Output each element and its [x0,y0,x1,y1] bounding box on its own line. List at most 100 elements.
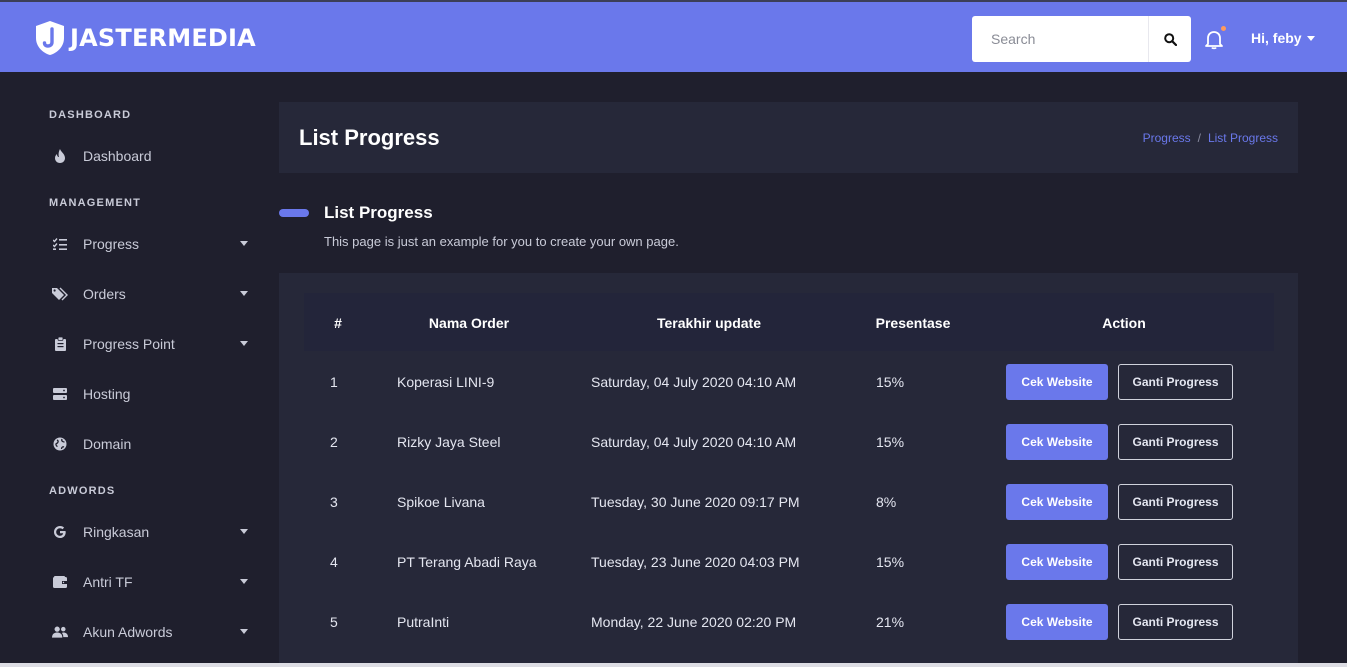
clipboard-icon [52,336,68,352]
row-number: 1 [330,374,338,390]
chevron-down-icon [240,241,248,246]
last-update: Saturday, 04 July 2020 04:10 AM [591,434,797,450]
sidebar-item-label: Akun Adwords [83,624,173,640]
search-box [972,16,1191,62]
cek-website-button[interactable]: Cek Website [1006,484,1108,520]
column-header-action: Action [1102,315,1146,331]
chevron-down-icon [240,291,248,296]
globe-icon [52,436,68,452]
sidebar-item-label: Progress [83,236,140,252]
table-row: 2 Rizky Jaya Steel Saturday, 04 July 202… [279,412,1298,472]
chevron-down-icon [240,579,248,584]
sidebar-item-label: Dashboard [83,148,152,164]
google-icon [52,524,68,540]
tasks-icon [52,236,68,252]
table-row: 4 PT Terang Abadi Raya Tuesday, 23 June … [279,532,1298,592]
brand-logo[interactable]: JASTERMEDIA [34,20,256,56]
users-icon [52,624,68,640]
table-header: # Nama Order Terakhir update Presentase … [304,293,1274,351]
sidebar-item-label: Ringkasan [83,524,150,540]
sidebar-item-domain[interactable]: Domain [40,424,258,464]
fire-icon [52,148,68,164]
sidebar-item-ringkasan[interactable]: Ringkasan [40,512,258,552]
last-update: Monday, 22 June 2020 02:20 PM [591,614,797,630]
table-row: 1 Koperasi LINI-9 Saturday, 04 July 2020… [279,352,1298,412]
cek-website-button[interactable]: Cek Website [1006,544,1108,580]
sidebar-item-label: Hosting [83,386,131,402]
notification-dot [1221,26,1226,31]
breadcrumb-separator: / [1197,131,1201,145]
ganti-progress-button[interactable]: Ganti Progress [1118,544,1233,580]
wallet-icon [52,574,68,590]
search-input[interactable] [972,16,1148,62]
chevron-down-icon [240,341,248,346]
progress-percent: 8% [876,494,897,510]
sidebar-item-hosting[interactable]: Hosting [40,374,258,414]
page-header-card: List Progress Progress / List Progress [279,102,1298,173]
ganti-progress-button[interactable]: Ganti Progress [1118,364,1233,400]
order-name: Rizky Jaya Steel [397,434,501,450]
sidebar-heading-management: MANAGEMENT [49,197,142,209]
last-update: Tuesday, 30 June 2020 09:17 PM [591,494,800,510]
search-button[interactable] [1148,16,1191,62]
sidebar-item-akun-adwords[interactable]: Akun Adwords [40,612,258,652]
cek-website-button[interactable]: Cek Website [1006,424,1108,460]
row-number: 2 [330,434,338,450]
user-menu[interactable]: Hi, feby [1251,30,1315,46]
progress-percent: 21% [876,614,905,630]
section-description: This page is just an example for you to … [324,234,679,249]
section-accent-bar [279,209,309,217]
row-number: 4 [330,554,338,570]
search-icon [1163,32,1177,46]
column-header-nama-order: Nama Order [428,315,510,331]
sidebar-item-orders[interactable]: Orders [40,274,258,314]
sidebar-item-antri-tf[interactable]: Antri TF [40,562,258,602]
ganti-progress-button[interactable]: Ganti Progress [1118,604,1233,640]
order-name: PutraInti [397,614,450,630]
chevron-down-icon [240,629,248,634]
tags-icon [52,286,68,302]
progress-percent: 15% [876,554,905,570]
column-header-number: # [334,315,342,331]
sidebar-item-dashboard[interactable]: Dashboard [40,136,258,176]
notification-button[interactable] [1203,28,1225,50]
chevron-down-icon [240,529,248,534]
sidebar-item-label: Antri TF [83,574,133,590]
progress-percent: 15% [876,434,905,450]
order-name: Spikoe Livana [397,494,485,510]
bell-icon [1205,31,1223,50]
sidebar-item-progress[interactable]: Progress [40,224,258,264]
server-icon [52,386,68,402]
bottom-edge-strip [0,663,1347,667]
user-greeting: Hi, feby [1251,30,1302,46]
ganti-progress-button[interactable]: Ganti Progress [1118,424,1233,460]
table-row: 3 Spikoe Livana Tuesday, 30 June 2020 09… [279,472,1298,532]
sidebar-heading-dashboard: DASHBOARD [49,109,132,121]
progress-percent: 15% [876,374,905,390]
last-update: Tuesday, 23 June 2020 04:03 PM [591,554,800,570]
progress-table: # Nama Order Terakhir update Presentase … [279,273,1298,667]
cek-website-button[interactable]: Cek Website [1006,364,1108,400]
ganti-progress-button[interactable]: Ganti Progress [1118,484,1233,520]
order-name: PT Terang Abadi Raya [397,554,537,570]
last-update: Saturday, 04 July 2020 04:10 AM [591,374,797,390]
row-number: 3 [330,494,338,510]
column-header-terakhir-update: Terakhir update [657,315,761,331]
section-title: List Progress [324,203,433,222]
breadcrumb-current: List Progress [1207,131,1278,145]
breadcrumb: Progress / List Progress [1143,131,1278,145]
shield-logo-icon [36,21,64,55]
sidebar: DASHBOARD Dashboard MANAGEMENT Progress … [0,72,270,667]
cek-website-button[interactable]: Cek Website [1006,604,1108,640]
top-navbar: JASTERMEDIA Hi, feby [0,0,1347,72]
sidebar-heading-adwords: ADWORDS [49,485,116,497]
sidebar-item-progress-point[interactable]: Progress Point [40,324,258,364]
brand-name: JASTERMEDIA [70,24,256,52]
row-number: 5 [330,614,338,630]
page-title: List Progress [299,125,440,150]
sidebar-item-label: Domain [83,436,132,452]
breadcrumb-link-progress[interactable]: Progress [1143,131,1191,145]
sidebar-item-label: Orders [83,286,126,302]
order-name: Koperasi LINI-9 [397,374,495,390]
chevron-down-icon [1306,35,1315,41]
